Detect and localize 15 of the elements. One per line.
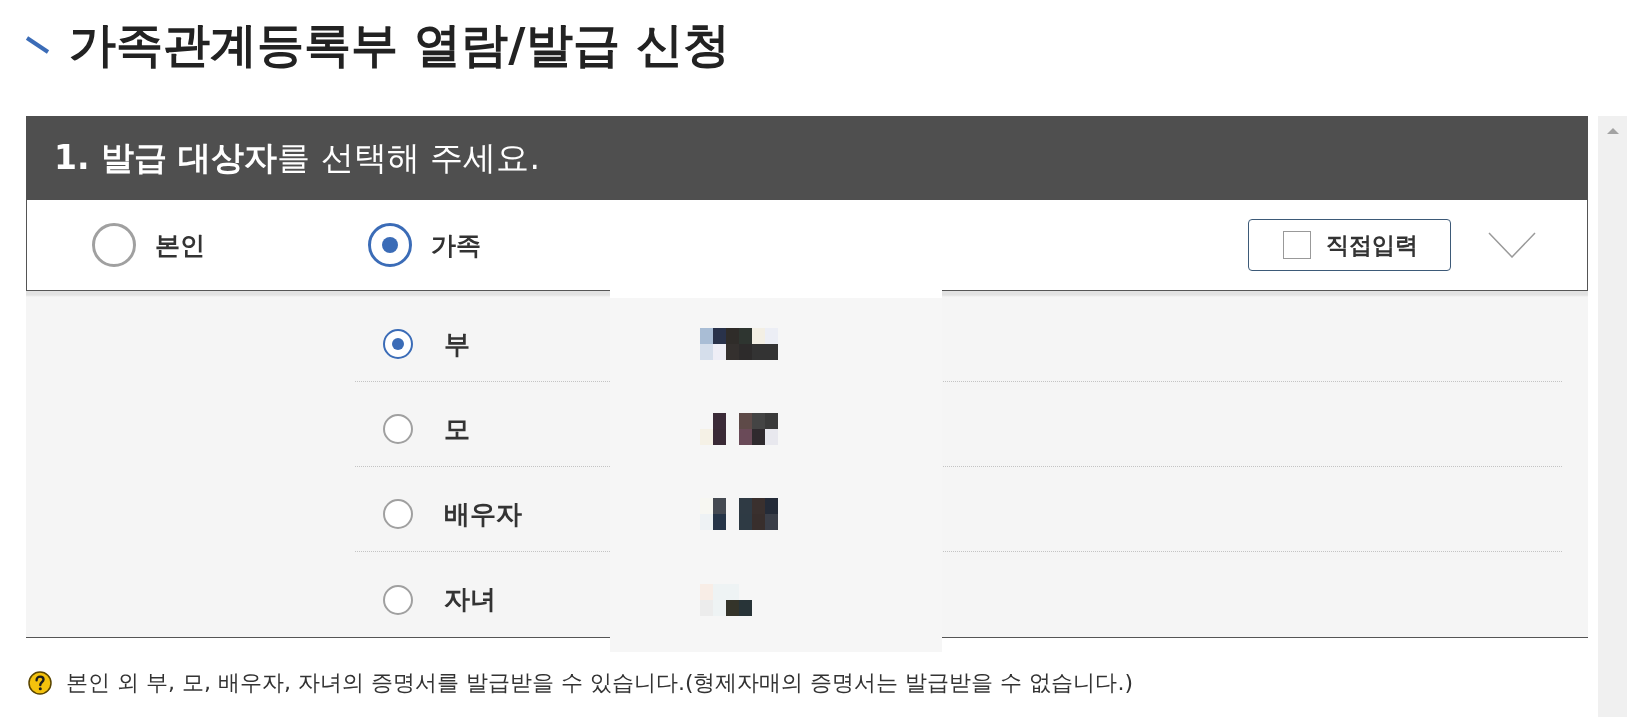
section-heading: 1. 발급 대상자를 선택해 주세요. xyxy=(54,136,540,179)
scrollbar[interactable] xyxy=(1598,116,1627,717)
family-radio-option[interactable]: 자녀 xyxy=(383,582,496,617)
direct-input-button[interactable]: 직접입력 xyxy=(1248,219,1451,271)
target-radio-option[interactable]: 본인 xyxy=(92,223,205,267)
chevron-down-icon[interactable] xyxy=(1488,232,1536,258)
scroll-up-icon[interactable] xyxy=(1606,128,1619,134)
target-radio-option[interactable]: 가족 xyxy=(368,223,481,267)
family-radio-option[interactable]: 모 xyxy=(383,411,470,447)
help-icon xyxy=(28,671,52,695)
page-title: 가족관계등록부 열람/발급 신청 xyxy=(69,16,730,74)
notice-text: 본인 외 부, 모, 배우자, 자녀의 증명서를 발급받을 수 있습니다.(형제자매의 증명서는 발급받을 수 없습니다.) xyxy=(66,669,1134,697)
family-radio-option[interactable]: 부 xyxy=(383,326,470,362)
family-radio-option[interactable]: 배우자 xyxy=(383,496,522,532)
slash-icon xyxy=(25,36,50,54)
